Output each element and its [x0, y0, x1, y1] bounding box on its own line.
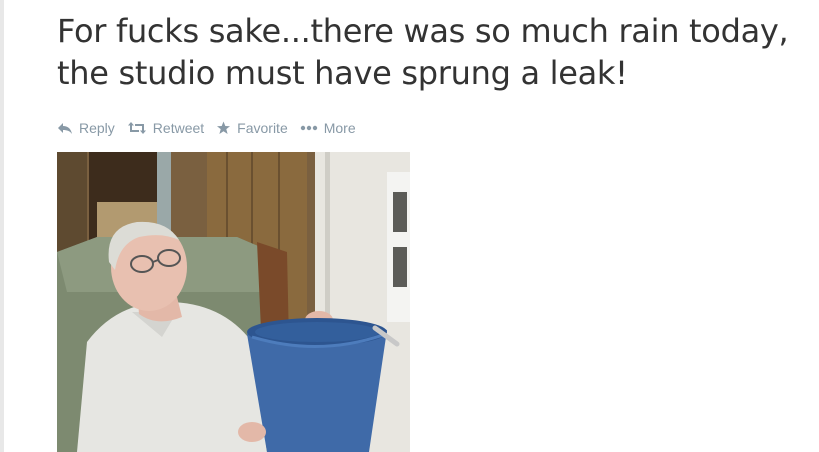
more-dots-icon	[300, 125, 318, 131]
tweet-actions: Reply Retweet Favorite More	[57, 118, 356, 138]
favorite-button[interactable]: Favorite	[216, 120, 288, 136]
retweet-button[interactable]: Retweet	[127, 120, 204, 136]
reply-icon	[57, 121, 73, 135]
more-button[interactable]: More	[300, 120, 356, 136]
retweet-icon	[127, 121, 147, 135]
reply-label: Reply	[79, 120, 115, 136]
favorite-label: Favorite	[237, 120, 288, 136]
star-icon	[216, 121, 231, 135]
retweet-label: Retweet	[152, 120, 205, 136]
more-label: More	[323, 120, 356, 136]
reply-button[interactable]: Reply	[57, 120, 115, 136]
tweet-photo[interactable]	[57, 152, 410, 452]
tweet-text: For fucks sake...there was so much rain …	[57, 12, 789, 92]
timeline-left-border	[0, 0, 4, 452]
